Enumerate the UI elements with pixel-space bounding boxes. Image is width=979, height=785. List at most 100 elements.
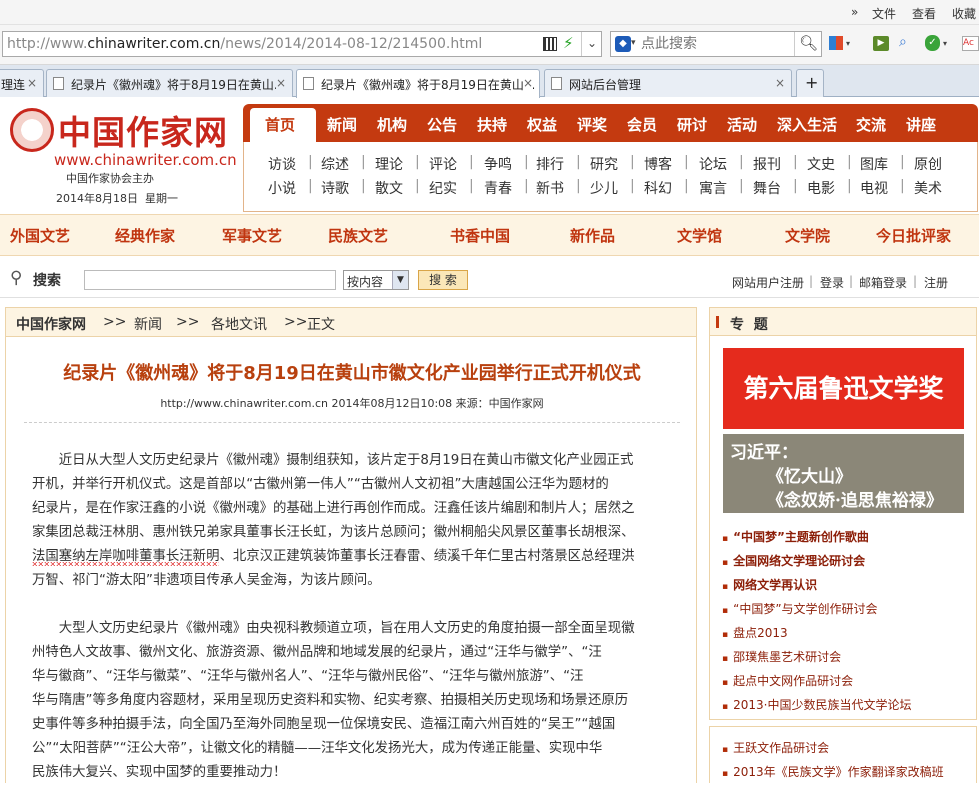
nav-item-notice[interactable]: 公告 [427, 114, 457, 135]
close-icon[interactable]: × [775, 76, 785, 90]
subnav-item[interactable]: 新书 [536, 178, 564, 198]
subnav-item[interactable]: 电视 [860, 178, 888, 198]
url-text[interactable]: http://www.chinawriter.com.cn/news/2014/… [7, 36, 482, 52]
band-museum[interactable]: 文学馆 [677, 225, 722, 246]
close-icon[interactable]: × [275, 76, 286, 90]
spellcheck-underlined-text[interactable]: 法国塞纳左岸咖啡董事长汪新明 [32, 549, 220, 566]
tab-partial[interactable]: 理连 × [0, 69, 44, 97]
subnav-item[interactable]: 寓言 [699, 178, 727, 198]
nav-item-life[interactable]: 深入生活 [777, 114, 837, 135]
subnav-item[interactable]: 报刊 [753, 154, 781, 174]
tab-admin[interactable]: 网站后台管理 × [544, 69, 792, 97]
topic-link[interactable]: 网络文学再认识 [722, 576, 817, 593]
nav-item-seminar[interactable]: 研讨 [677, 114, 707, 135]
subnav-item[interactable]: 争鸣 [484, 154, 512, 174]
menu-favorites[interactable]: 收藏 [952, 5, 976, 22]
qr-code-icon[interactable] [543, 37, 557, 51]
nav-item-lecture[interactable]: 讲座 [906, 114, 936, 135]
menu-file[interactable]: 文件 [872, 5, 896, 22]
subnav-item[interactable]: 理论 [375, 154, 403, 174]
subnav-item[interactable]: 诗歌 [321, 178, 349, 198]
tab-article-1[interactable]: 纪录片《徽州魂》将于8月19日在黄山... × [46, 69, 293, 97]
subnav-item[interactable]: 原创 [914, 154, 942, 174]
play-icon[interactable]: ▶ [873, 36, 889, 51]
topic-link[interactable]: “中国梦”主题新创作歌曲 [722, 528, 869, 545]
nav-item-news[interactable]: 新闻 [327, 114, 357, 135]
nav-item-events[interactable]: 活动 [727, 114, 757, 135]
subnav-item[interactable]: 青春 [484, 178, 512, 198]
close-icon[interactable]: × [27, 76, 37, 90]
search-icon[interactable]: 🔍︎ [794, 32, 822, 56]
search-engine-input[interactable] [641, 34, 791, 54]
subnav-item[interactable]: 博客 [644, 154, 672, 174]
register-link[interactable]: 网站用户注册 [732, 274, 804, 291]
topic-link[interactable]: 起点中文网作品研讨会 [722, 672, 853, 689]
band-military[interactable]: 军事文艺 [222, 225, 282, 246]
login-link[interactable]: 登录 [820, 274, 844, 291]
subnav-item[interactable]: 论坛 [699, 154, 727, 174]
tab-article-active[interactable]: 纪录片《徽州魂》将于8月19日在黄山... × [296, 69, 540, 98]
crumb-home[interactable]: 中国作家网 [16, 314, 86, 334]
topic-link[interactable]: “中国梦”与文学创作研讨会 [722, 600, 877, 617]
crumb-regional[interactable]: 各地文讯 [211, 314, 267, 334]
signup-link[interactable]: 注册 [924, 274, 948, 291]
search-type-select[interactable]: 按内容 ▼ [343, 270, 409, 290]
site-logo[interactable]: 中国作家网 www.chinawriter.com.cn 中国作家协会主办 20… [10, 104, 240, 209]
dropdown-arrow-icon[interactable]: ⌄ [581, 32, 602, 56]
nav-item-exchange[interactable]: 交流 [856, 114, 886, 135]
new-tab-button[interactable]: + [796, 69, 824, 97]
shield-icon[interactable]: ✓ [925, 35, 940, 51]
subnav-item[interactable]: 综述 [321, 154, 349, 174]
subnav-item[interactable]: 舞台 [753, 178, 781, 198]
band-books[interactable]: 书香中国 [450, 225, 510, 246]
lu-xun-award-banner[interactable]: 第六届鲁迅文学奖 [723, 348, 964, 429]
band-critics[interactable]: 今日批评家 [876, 225, 951, 246]
subnav-item[interactable]: 少儿 [590, 178, 618, 198]
site-search-button[interactable]: 搜 索 [418, 270, 468, 290]
topic-link[interactable]: 邵璞焦墨艺术研讨会 [722, 648, 841, 665]
subnav-item[interactable]: 电影 [807, 178, 835, 198]
subnav-item[interactable]: 评论 [429, 154, 457, 174]
subnav-item[interactable]: 研究 [590, 154, 618, 174]
apps-dropdown-icon[interactable]: ▾ [846, 39, 850, 48]
subnav-item[interactable]: 散文 [375, 178, 403, 198]
band-foreign[interactable]: 外国文艺 [10, 225, 70, 246]
menu-view[interactable]: 查看 [912, 5, 936, 22]
lightning-icon[interactable]: ⚡ [563, 34, 574, 52]
address-bar[interactable]: http://www.chinawriter.com.cn/news/2014/… [2, 31, 602, 57]
topic-link[interactable]: 2013·中国少数民族当代文学论坛 [722, 696, 911, 713]
engine-dropdown-icon[interactable]: ▾ [631, 38, 636, 48]
nav-item-support[interactable]: 扶持 [477, 114, 507, 135]
band-new-works[interactable]: 新作品 [570, 225, 615, 246]
topic-link[interactable]: 2013年《民族文学》作家翻译家改稿班 [722, 763, 944, 780]
apps-icon[interactable] [829, 36, 843, 50]
xi-poems-banner[interactable]: 习近平： 《忆大山》 《念奴娇·追思焦裕禄》 [723, 434, 964, 513]
subnav-item[interactable]: 美术 [914, 178, 942, 198]
adblock-icon[interactable]: Ac [962, 36, 979, 51]
subnav-item[interactable]: 科幻 [644, 178, 672, 198]
subnav-item[interactable]: 文史 [807, 154, 835, 174]
topic-link[interactable]: 王跃文作品研讨会 [722, 739, 829, 756]
nav-item-awards[interactable]: 评奖 [577, 114, 607, 135]
subnav-item[interactable]: 访谈 [268, 154, 296, 174]
crumb-news[interactable]: 新闻 [134, 314, 162, 334]
close-icon[interactable]: × [522, 76, 533, 90]
shield-dropdown-icon[interactable]: ▾ [943, 39, 947, 48]
search-engine-box[interactable]: ◆ ▾ 🔍︎ [610, 31, 822, 57]
nav-item-rights[interactable]: 权益 [527, 114, 557, 135]
topic-link[interactable]: 盘点2013 [722, 624, 788, 641]
menu-overflow[interactable]: » [851, 5, 858, 19]
subnav-item[interactable]: 排行 [536, 154, 564, 174]
nav-item-home[interactable]: 首页 [265, 114, 295, 135]
band-academy[interactable]: 文学院 [785, 225, 830, 246]
subnav-item[interactable]: 小说 [268, 178, 296, 198]
subnav-item[interactable]: 图库 [860, 154, 888, 174]
paw-icon[interactable]: ◆ [615, 36, 631, 52]
band-ethnic[interactable]: 民族文艺 [328, 225, 388, 246]
mail-login-link[interactable]: 邮箱登录 [859, 274, 907, 291]
translate-icon[interactable]: ⌕ [899, 34, 907, 50]
band-classic[interactable]: 经典作家 [115, 225, 175, 246]
nav-item-members[interactable]: 会员 [627, 114, 657, 135]
site-search-input[interactable] [84, 270, 336, 290]
topic-link[interactable]: 全国网络文学理论研讨会 [722, 552, 865, 569]
